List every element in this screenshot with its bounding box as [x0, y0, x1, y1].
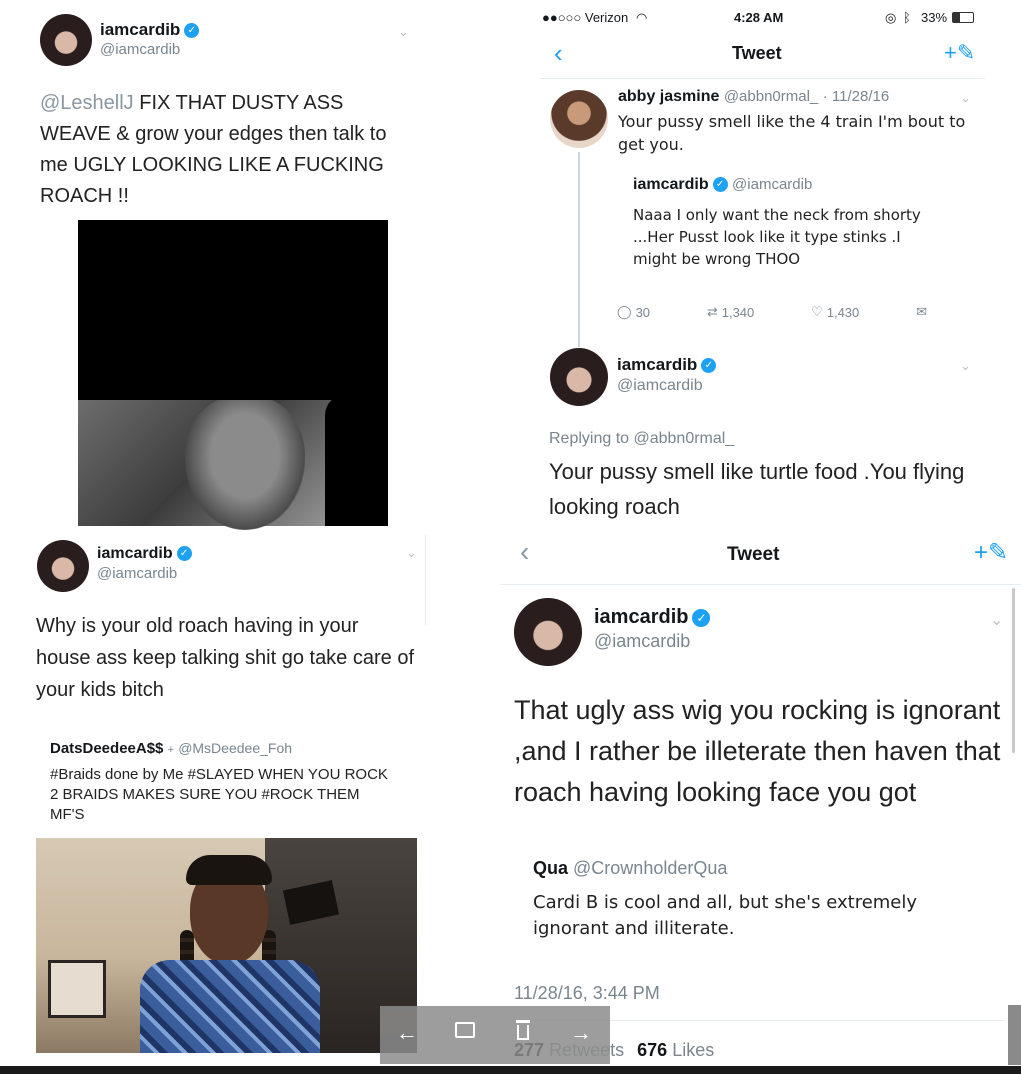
- retweet-button[interactable]: ⇄ 1,340: [707, 304, 754, 320]
- back-chevron-icon[interactable]: ‹: [554, 38, 563, 69]
- edge-scroll-strip: [1008, 1005, 1021, 1065]
- retweet-count: 1,340: [721, 304, 755, 320]
- verified-icon: ✓: [701, 358, 717, 374]
- viewer-toolbar: ← →: [380, 1006, 610, 1064]
- verified-icon: ✓: [692, 608, 711, 627]
- censor-block-top: [78, 220, 388, 400]
- chevron-down-icon[interactable]: ⌄: [960, 90, 971, 106]
- hair: [186, 855, 272, 885]
- like-count: 1,430: [826, 304, 860, 320]
- nav-title: Tweet: [727, 544, 780, 565]
- column-divider: [425, 535, 426, 625]
- tweet-text: Why is your old roach having in your hou…: [36, 615, 415, 701]
- quoted-author-row: DatsDeedeeA$$ + @MsDeedee_Foh: [50, 740, 292, 757]
- author-handle[interactable]: @iamcardib: [97, 565, 177, 582]
- avatar[interactable]: [37, 540, 89, 592]
- verified-icon: ✓: [176, 546, 192, 562]
- verified-icon: ✓: [184, 23, 200, 39]
- location-icon: ◎: [885, 10, 897, 25]
- top-right-screenshot: ●●○○○ Verizon ◠ 4:28 AM ◎ ᛒ 33% ‹ Tweet …: [510, 0, 1021, 528]
- quoted-author-row: Qua @CrownholderQua: [533, 858, 727, 879]
- chevron-down-icon[interactable]: ⌄: [990, 610, 1003, 630]
- quoted-author-handle[interactable]: @CrownholderQua: [573, 858, 727, 878]
- wall-frame: [48, 960, 106, 1018]
- author-name[interactable]: iamcardib: [594, 606, 688, 628]
- chevron-down-icon[interactable]: ⌄: [960, 358, 971, 374]
- bottom-left-tweet: iamcardib ✓ @iamcardib ⌄ Why is your old …: [0, 535, 425, 1074]
- author-name[interactable]: iamcardib: [97, 545, 173, 562]
- chevron-down-icon[interactable]: ⌄: [398, 24, 409, 40]
- battery-icon: [952, 12, 974, 23]
- mention-link[interactable]: @LeshellJ: [40, 92, 134, 114]
- author-handle[interactable]: @abbn0rmal_: [724, 88, 818, 105]
- author-handle[interactable]: @iamcardib: [100, 41, 180, 58]
- author-row: iamcardib ✓: [97, 545, 192, 563]
- quoted-text: Cardi B is cool and all, but she's extre…: [533, 892, 918, 939]
- scrollbar[interactable]: [1012, 588, 1015, 753]
- wifi-icon: ◠: [636, 10, 648, 25]
- status-carrier: ●●○○○ Verizon: [542, 10, 629, 25]
- compose-icon[interactable]: +✎: [974, 538, 1008, 567]
- mail-icon: ✉: [916, 304, 927, 319]
- reply-count: 30: [635, 304, 651, 320]
- photo-face: [185, 395, 305, 530]
- bluetooth-icon: ᛒ: [903, 10, 911, 25]
- author-row: iamcardib ✓: [100, 20, 200, 40]
- chevron-down-icon[interactable]: ⌄: [406, 545, 417, 561]
- bottom-right-screenshot: ‹ Tweet +✎ iamcardib ✓ @iamcardib ⌄ That …: [500, 528, 1021, 1074]
- thread-line: [578, 152, 580, 347]
- author-name[interactable]: iamcardib: [100, 20, 180, 39]
- tweet-date: · 11/28/16: [822, 88, 890, 105]
- back-chevron-icon[interactable]: ‹: [520, 536, 529, 568]
- quoted-author-name[interactable]: Qua: [533, 858, 568, 878]
- heart-icon: ♡: [811, 304, 823, 319]
- author-handle[interactable]: @iamcardib: [732, 176, 812, 193]
- compose-icon[interactable]: +✎: [944, 40, 975, 66]
- author-name[interactable]: iamcardib: [633, 176, 709, 193]
- quoted-text: #Braids done by Me #SLAYED WHEN YOU ROCK…: [50, 766, 388, 823]
- author-name[interactable]: iamcardib: [617, 355, 697, 374]
- plus-icon: +: [167, 744, 175, 756]
- bottom-strip: [0, 1066, 1021, 1074]
- status-battery: 33%: [921, 10, 948, 25]
- tweet-text: @LeshellJ FIX THAT DUSTY ASS WEAVE & gro…: [40, 88, 410, 212]
- avatar[interactable]: [550, 90, 608, 148]
- replying-to[interactable]: Replying to @abbn0rmal_: [549, 430, 734, 448]
- author-row: iamcardib ✓: [594, 606, 711, 629]
- author-row: abby jasmine @abbn0rmal_ · 11/28/16: [618, 88, 889, 106]
- like-button[interactable]: ♡ 1,430: [811, 304, 859, 320]
- message-button[interactable]: ✉: [916, 304, 927, 320]
- quoted-author-name[interactable]: DatsDeedeeA$$: [50, 740, 163, 757]
- trash-icon[interactable]: [508, 1020, 538, 1040]
- top-left-tweet: iamcardib ✓ @iamcardib ⌄ @LeshellJ FIX TH…: [0, 0, 425, 535]
- likes-label[interactable]: Likes: [672, 1040, 714, 1060]
- tweet-text: That ugly ass wig you rocking is ignoran…: [514, 695, 1001, 807]
- back-arrow-icon[interactable]: ←: [392, 1020, 422, 1046]
- author-handle[interactable]: @iamcardib: [594, 631, 690, 652]
- avatar[interactable]: [550, 348, 608, 406]
- verified-icon: ✓: [712, 177, 728, 193]
- retweet-icon: ⇄: [706, 304, 718, 319]
- author-row: iamcardib ✓ @iamcardib: [633, 176, 812, 194]
- caption-icon[interactable]: [450, 1022, 480, 1038]
- avatar[interactable]: [40, 14, 92, 66]
- reply-button[interactable]: ◯ 30: [617, 304, 650, 320]
- censor-block-right: [325, 395, 388, 526]
- author-row: iamcardib ✓: [617, 355, 717, 375]
- tweet-text: Naaa I only want the neck from shorty ..…: [633, 206, 921, 268]
- quoted-author-handle[interactable]: @MsDeedee_Foh: [178, 740, 292, 756]
- action-bar: ◯ 30 ⇄ 1,340 ♡ 1,430 ✉: [617, 304, 927, 320]
- forward-arrow-icon[interactable]: →: [566, 1020, 596, 1046]
- nav-title: Tweet: [732, 43, 782, 63]
- tweet-text: Your pussy smell like the 4 train I'm bo…: [618, 112, 966, 154]
- avatar[interactable]: [514, 598, 582, 666]
- status-time: 4:28 AM: [734, 10, 784, 25]
- author-name[interactable]: abby jasmine: [618, 88, 719, 105]
- reply-icon: ◯: [617, 304, 632, 319]
- plaid-shirt: [140, 960, 320, 1053]
- likes-count[interactable]: 676: [637, 1040, 667, 1060]
- tweet-timestamp: 11/28/16, 3:44 PM: [514, 983, 660, 1003]
- tweet-text: Your pussy smell like turtle food .You f…: [549, 459, 965, 519]
- author-handle[interactable]: @iamcardib: [617, 377, 703, 395]
